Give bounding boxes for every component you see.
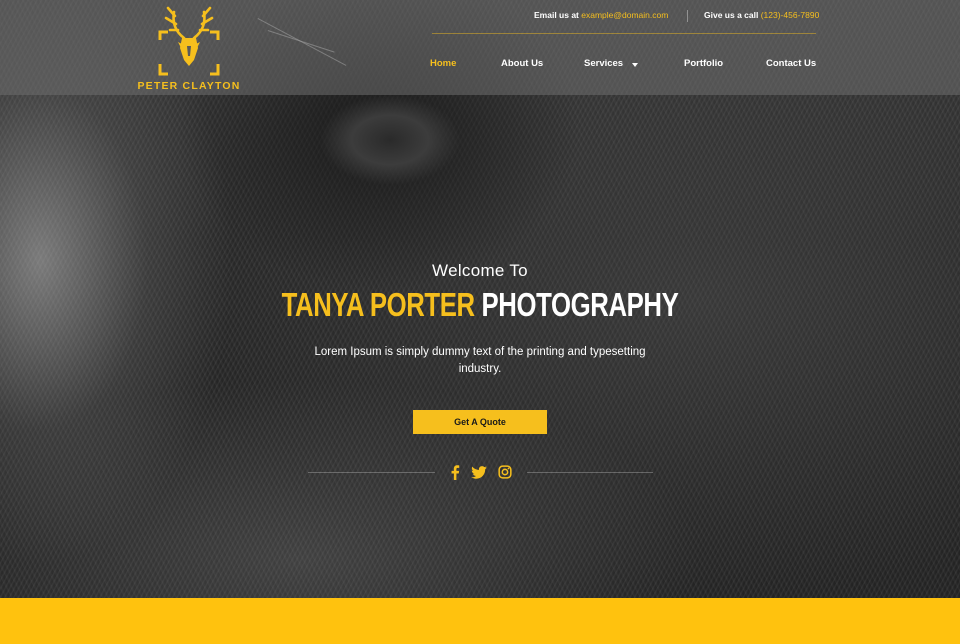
get-a-quote-button[interactable]: Get A Quote (413, 410, 547, 434)
topbar-email: Email us at example@domain.com (534, 10, 668, 24)
phone-label: Give us a call (704, 10, 759, 20)
brand-name: PETER CLAYTON (137, 80, 241, 92)
nav-home[interactable]: Home (430, 58, 456, 69)
nav-about-us[interactable]: About Us (501, 58, 543, 69)
nav-contact-us[interactable]: Contact Us (766, 58, 816, 69)
deer-head-icon (158, 6, 220, 76)
social-divider-right (527, 472, 653, 473)
email-label: Email us at (534, 10, 579, 20)
topbar-underline (432, 33, 816, 34)
hero-headline: TANYA PORTER PHOTOGRAPHY (106, 286, 855, 324)
hero-welcome: Welcome To (432, 261, 528, 280)
chevron-down-icon[interactable] (632, 63, 638, 67)
hero-subtitle: Lorem Ipsum is simply dummy text of the … (314, 346, 646, 375)
phone-link[interactable]: (123)-456-7890 (761, 10, 820, 20)
headline-highlight: TANYA PORTER (281, 286, 476, 323)
brand-logo[interactable]: PETER CLAYTON (136, 2, 242, 94)
headline-rest: PHOTOGRAPHY (481, 286, 679, 323)
topbar-divider (687, 10, 688, 22)
email-link[interactable]: example@domain.com (581, 10, 668, 20)
social-divider-left (308, 472, 435, 473)
nav-portfolio[interactable]: Portfolio (684, 58, 723, 69)
instagram-icon[interactable] (497, 464, 513, 480)
twitter-icon[interactable] (471, 464, 487, 480)
nav-services[interactable]: Services (584, 58, 623, 69)
facebook-icon[interactable] (447, 464, 463, 480)
topbar-phone: Give us a call (123)-456-7890 (704, 10, 819, 24)
footer-band (0, 598, 960, 644)
